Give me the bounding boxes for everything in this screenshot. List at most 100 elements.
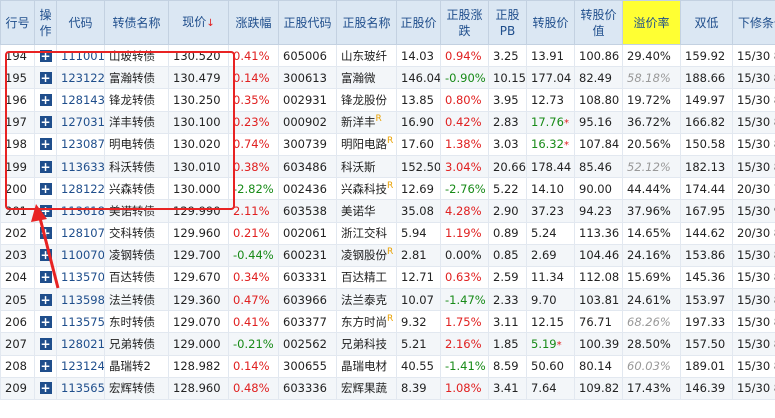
action-cell: + xyxy=(34,110,57,134)
bond-code-link[interactable]: 113570 xyxy=(61,270,104,284)
stock-name-cell: 浙江交科 xyxy=(336,221,397,245)
bond-code-link[interactable]: 128122 xyxy=(61,182,104,196)
col-header-pb[interactable]: 正股PB xyxy=(488,0,527,45)
bond-name-cell: 科沃转债 xyxy=(104,154,169,179)
expand-plus-icon[interactable]: + xyxy=(39,182,52,195)
conversion-price-text: 12.73 xyxy=(531,92,564,107)
table-row[interactable]: 199 +113633 科沃转债 130.010 0.38% 603486 科沃斯 152.5… xyxy=(0,154,775,179)
bond-code-link[interactable]: 113633 xyxy=(61,160,104,174)
table-row[interactable]: 208 +123124 晶瑞转2 128.982 0.14% 300655 晶瑞电材 40.5… xyxy=(0,354,775,378)
conversion-price-cell: 5.19* xyxy=(526,332,575,356)
action-cell: + xyxy=(34,310,57,334)
bond-code-link[interactable]: 113618 xyxy=(61,204,104,218)
action-cell: + xyxy=(34,154,57,179)
expand-plus-icon[interactable]: + xyxy=(39,382,52,395)
bond-code-link[interactable]: 113598 xyxy=(61,293,104,307)
bond-code-link[interactable]: 113565 xyxy=(61,381,104,395)
bond-name-cell: 洋丰转债 xyxy=(104,110,169,134)
bond-code-link[interactable]: 128021 xyxy=(61,337,104,351)
expand-plus-icon[interactable]: + xyxy=(39,293,52,306)
stock-code-cell: 300613 xyxy=(278,66,337,90)
col-header-premium[interactable]: 溢价率 xyxy=(622,0,681,45)
col-header-double-low[interactable]: 双低 xyxy=(680,0,733,45)
bond-code-link[interactable]: 113575 xyxy=(61,315,104,329)
table-row[interactable]: 200 +128122 兴森转债 130.000 -2.82% 002436 兴森科技R 12… xyxy=(0,177,775,201)
double-low-cell: 167.95 xyxy=(680,199,733,223)
table-row[interactable]: 195 +123122 富瀚转债 130.479 0.14% 300613 富瀚微 146.0… xyxy=(0,66,775,90)
table-row[interactable]: 207 +128021 兄弟转债 129.000 -0.21% 002562 兄弟科技 5.2… xyxy=(0,332,775,356)
col-header-price[interactable]: 现价↓ xyxy=(168,0,229,45)
table-row[interactable]: 194 +111001 山玻转债 130.520 0.41% 605006 山东玻纤 14.0… xyxy=(0,43,775,68)
table-row[interactable]: 198 +123087 明电转债 130.020 0.74% 300739 明阳电路R 17.… xyxy=(0,132,775,156)
stock-price-cell: 5.21 xyxy=(396,332,441,356)
table-row[interactable]: 202 +128107 交科转债 129.960 0.21% 002061 浙江交科 5.94… xyxy=(0,221,775,245)
col-header-conversion-price[interactable]: 转股价 xyxy=(526,0,575,45)
expand-plus-icon[interactable]: + xyxy=(39,249,52,262)
table-row[interactable]: 197 +127031 洋丰转债 130.100 0.23% 000902 新洋丰R 16.9… xyxy=(0,110,775,134)
col-header-conversion-value[interactable]: 转股价值 xyxy=(574,0,623,45)
stock-name-text: 美诺华 xyxy=(341,203,376,218)
change-cell: -0.44% xyxy=(228,243,279,267)
expand-plus-icon[interactable]: + xyxy=(39,360,52,373)
bond-name-cell: 宏辉转债 xyxy=(104,376,169,401)
col-header-change[interactable]: 涨跌幅 xyxy=(228,0,279,45)
bond-code-link[interactable]: 110070 xyxy=(61,248,104,262)
expand-plus-icon[interactable]: + xyxy=(39,93,52,106)
stock-name-text: 兴森科技 xyxy=(341,181,387,196)
stock-price-cell: 5.94 xyxy=(396,221,441,245)
bond-code-link[interactable]: 123087 xyxy=(61,137,104,151)
col-header-code[interactable]: 代码 xyxy=(56,0,105,45)
table-row[interactable]: 201 +113618 美诺转债 129.990 2.11% 603538 美诺华 35.08… xyxy=(0,199,775,223)
conversion-value-cell: 76.71 xyxy=(574,310,623,334)
double-low-cell: 197.33 xyxy=(680,310,733,334)
bond-code-link[interactable]: 128143 xyxy=(61,93,104,107)
expand-plus-icon[interactable]: + xyxy=(39,227,52,240)
double-low-cell: 145.36 xyxy=(680,265,733,290)
bond-code-link[interactable]: 123124 xyxy=(61,359,104,373)
table-row[interactable]: 206 +113575 东时转债 129.070 0.41% 603377 东方时尚R 9.3… xyxy=(0,310,775,334)
stock-name-cell: 明阳电路R xyxy=(336,132,397,156)
expand-plus-icon[interactable]: + xyxy=(39,138,52,151)
price-header-label: 现价 xyxy=(182,14,207,29)
table-row[interactable]: 203 +110070 凌钢转债 129.700 -0.44% 600231 凌钢股份R 2.… xyxy=(0,243,775,267)
col-header-row-number[interactable]: 行号 xyxy=(0,0,35,45)
bond-name-cell: 富瀚转债 xyxy=(104,66,169,90)
expand-plus-icon[interactable]: + xyxy=(39,271,52,284)
stock-name-text: 富瀚微 xyxy=(341,70,376,85)
table-row[interactable]: 209 +113565 宏辉转债 128.960 0.48% 603336 宏辉果蔬 8.39… xyxy=(0,376,775,401)
expand-plus-icon[interactable]: + xyxy=(39,49,52,62)
price-cell: 130.020 xyxy=(168,132,229,156)
conversion-price-cell: 14.10 xyxy=(526,177,575,201)
stock-name-text: 兄弟科技 xyxy=(341,337,387,352)
expand-plus-icon[interactable]: + xyxy=(39,315,52,328)
col-header-bond-name[interactable]: 转债名称 xyxy=(104,0,169,45)
stock-name-cell: 科沃斯 xyxy=(336,154,397,179)
bond-name-cell: 凌钢转债 xyxy=(104,243,169,267)
expand-plus-icon[interactable]: + xyxy=(39,116,52,129)
conversion-price-text: 13.91 xyxy=(531,48,564,63)
stock-name-cell: 新洋丰R xyxy=(336,110,397,134)
col-header-stock-price[interactable]: 正股价 xyxy=(396,0,441,45)
expand-plus-icon[interactable]: + xyxy=(39,71,52,84)
col-header-stock-code[interactable]: 正股代码 xyxy=(278,0,337,45)
table-row[interactable]: 196 +128143 锋龙转债 130.250 0.35% 002931 锋龙股份 13.8… xyxy=(0,88,775,112)
table-body: 194 +111001 山玻转债 130.520 0.41% 605006 山东玻纤 14.0… xyxy=(0,43,775,401)
bond-code-link[interactable]: 123122 xyxy=(61,71,104,85)
bond-code-link[interactable]: 128107 xyxy=(61,226,104,240)
expand-plus-icon[interactable]: + xyxy=(39,338,52,351)
bond-code-cell: 113598 xyxy=(56,288,105,312)
col-header-stock-change[interactable]: 正股涨跌 xyxy=(440,0,489,45)
pb-cell: 20.66 xyxy=(488,154,527,179)
table-row[interactable]: 205 +113598 法兰转债 129.360 0.47% 603966 法兰泰克 10.0… xyxy=(0,288,775,312)
col-header-revision-clause[interactable]: 下修条件 xyxy=(732,0,775,45)
stock-price-cell: 12.71 xyxy=(396,265,441,290)
col-header-stock-name[interactable]: 正股名称 xyxy=(336,0,397,45)
double-low-cell: 188.66 xyxy=(680,66,733,90)
bond-code-link[interactable]: 111001 xyxy=(61,49,104,63)
expand-plus-icon[interactable]: + xyxy=(39,160,52,173)
bond-code-link[interactable]: 127031 xyxy=(61,115,104,129)
expand-plus-icon[interactable]: + xyxy=(39,204,52,217)
pb-cell: 2.59 xyxy=(488,265,527,290)
table-row[interactable]: 204 +113570 百达转债 129.670 0.34% 603331 百达精工 12.7… xyxy=(0,265,775,290)
stock-change-cell: 0.42% xyxy=(440,110,489,134)
